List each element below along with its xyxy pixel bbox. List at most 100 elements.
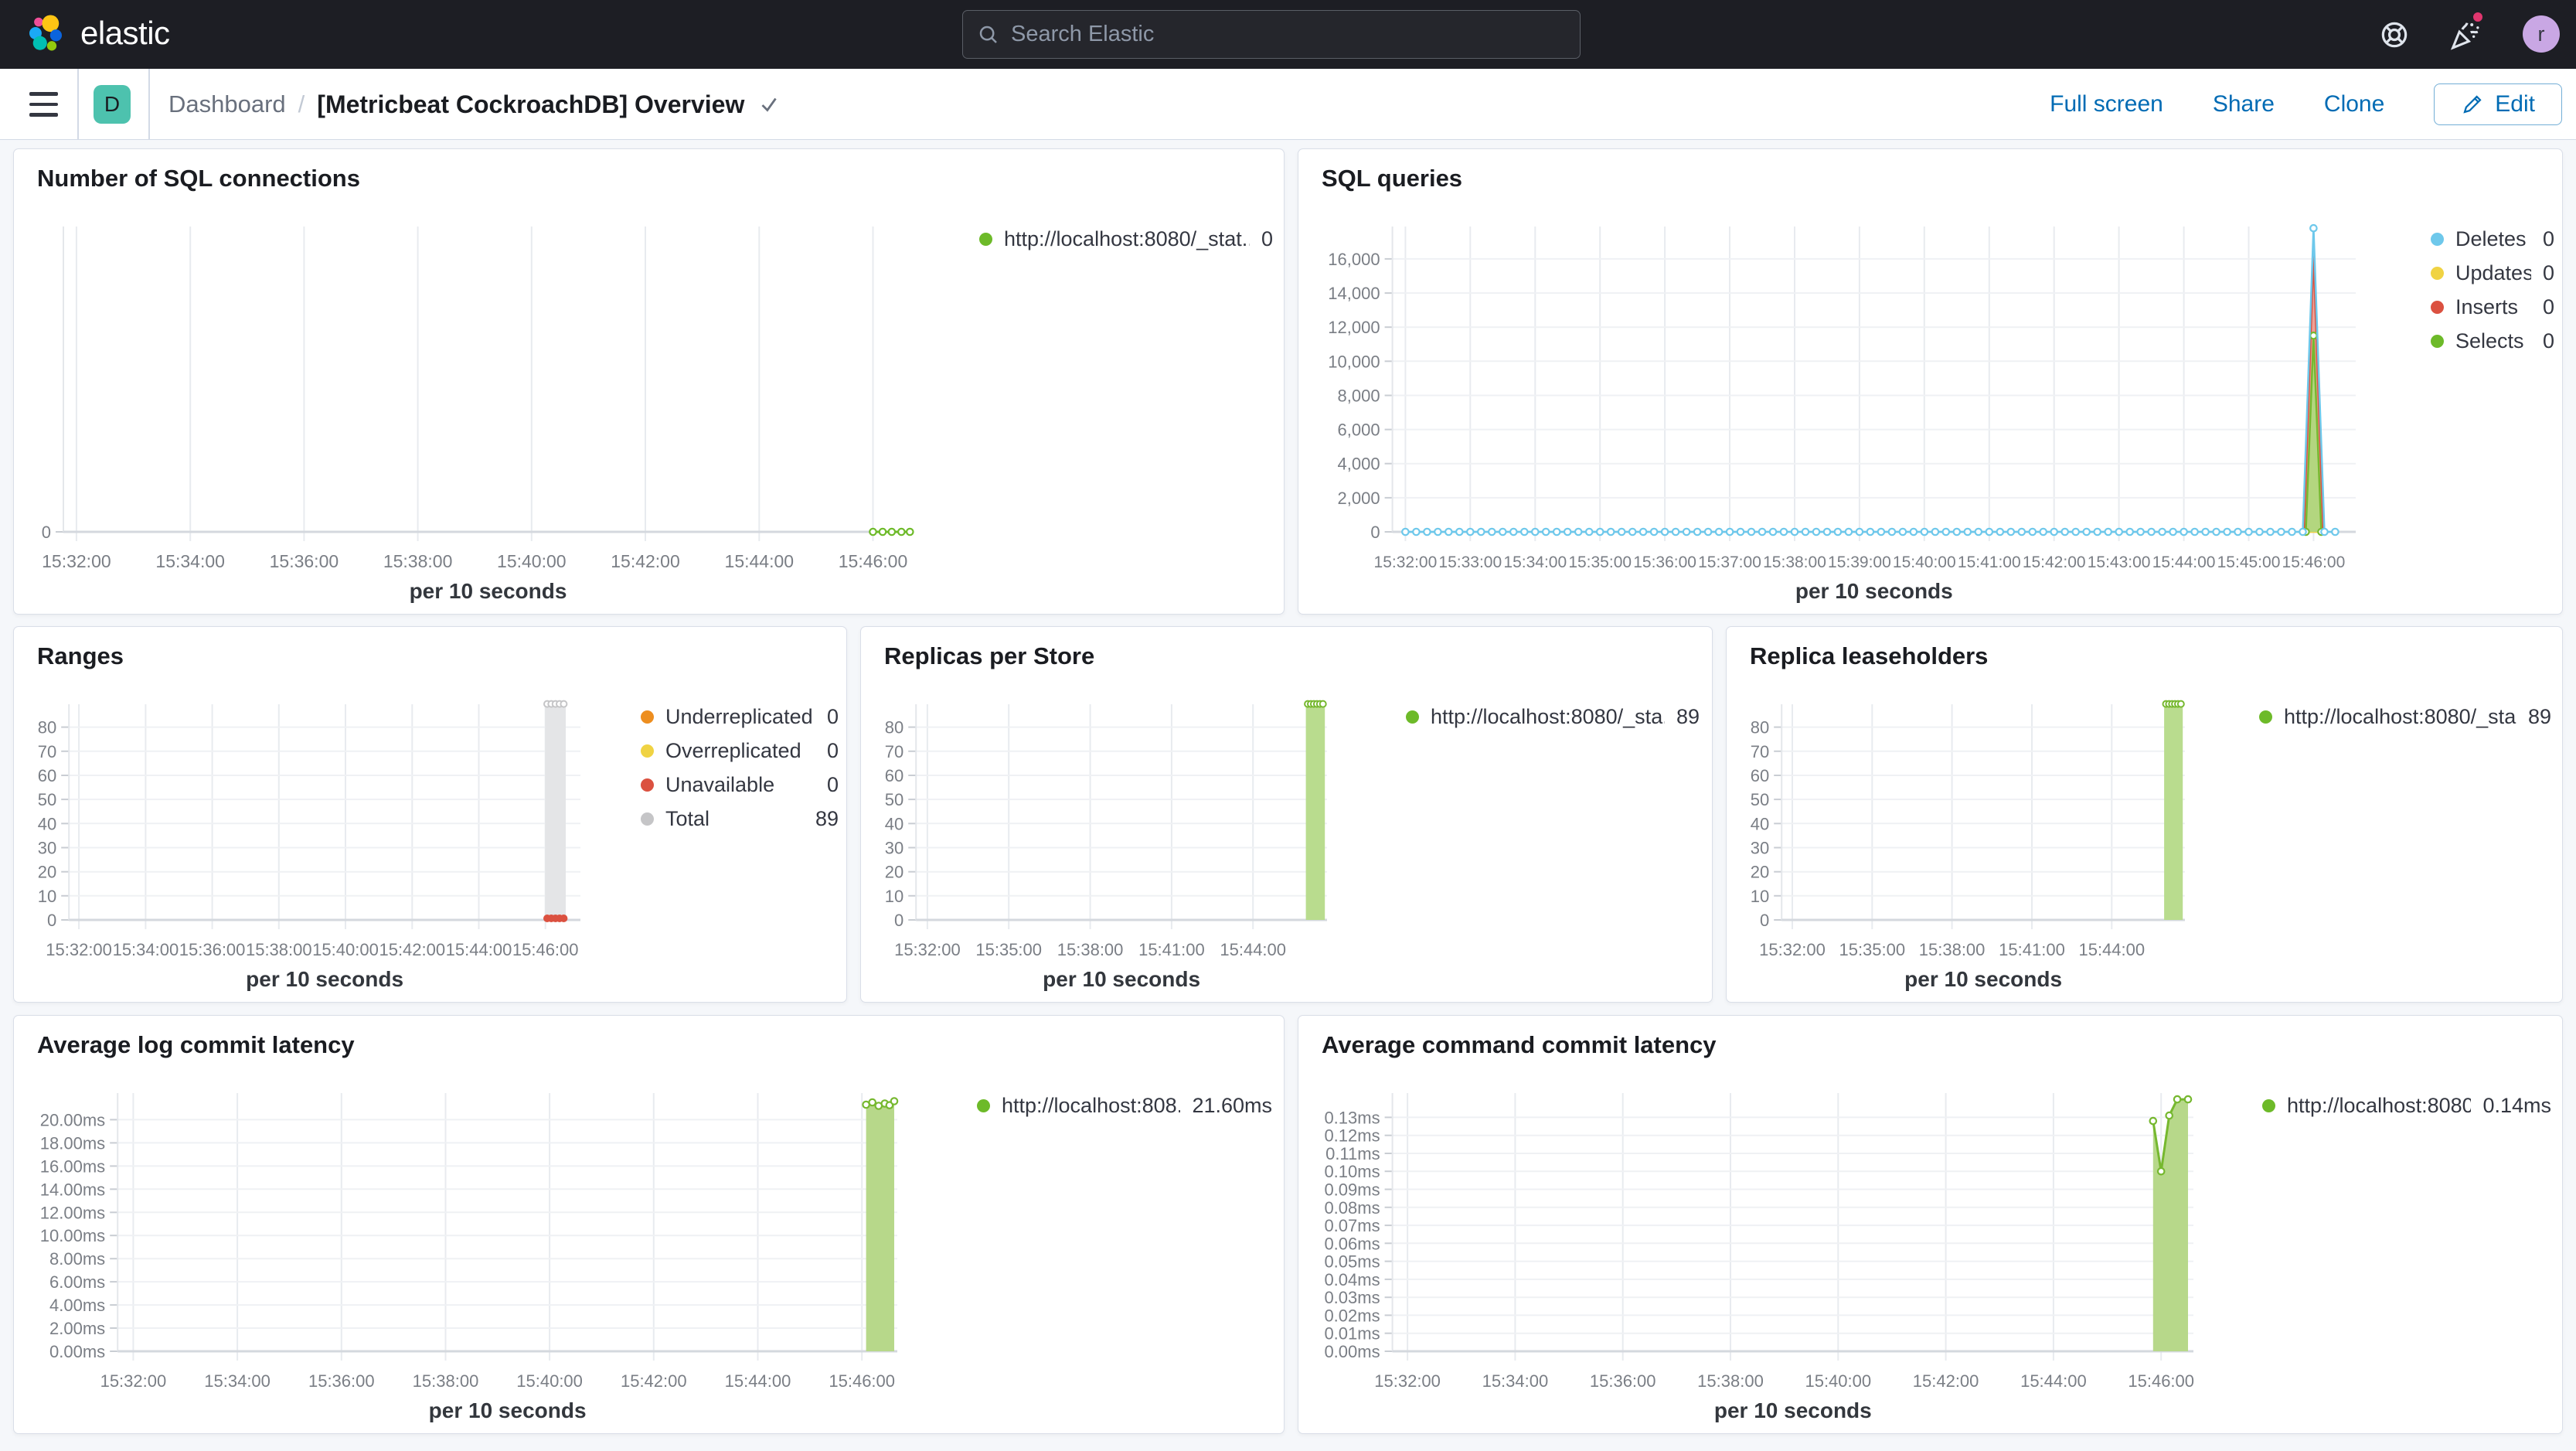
- chart-canvas[interactable]: 15:32:00 15:34:00 15:36:00 15:38:00 15:40:00…: [32, 1085, 917, 1429]
- svg-text:15:40:00: 15:40:00: [497, 551, 567, 571]
- share-button[interactable]: Share: [2213, 91, 2275, 118]
- full-screen-button[interactable]: Full screen: [2050, 91, 2163, 118]
- clone-button[interactable]: Clone: [2324, 91, 2384, 118]
- legend-series-dot: [2431, 334, 2444, 348]
- svg-text:50: 50: [38, 790, 56, 809]
- legend-item[interactable]: http://localhost:8080/_sta... 89: [2259, 700, 2551, 734]
- legend-series-label: Selects: [2455, 329, 2524, 353]
- chart-replica-leaseholders[interactable]: 15:32:00 15:35:00 15:38:00 15:41:00 15:44:00…: [1745, 697, 2205, 997]
- legend-series-label: http://localhost:8080/_sta...: [1431, 704, 1665, 728]
- svg-text:per 10 seconds: per 10 seconds: [1714, 1398, 1872, 1422]
- chart-replicas-per-store[interactable]: 15:32:00 15:35:00 15:38:00 15:41:00 15:44:00…: [880, 697, 1347, 997]
- svg-text:15:38:00: 15:38:00: [246, 940, 312, 959]
- chart-canvas[interactable]: 15:32:00 15:35:00 15:38:00 15:41:00 15:44:00…: [880, 697, 1347, 997]
- svg-text:15:42:00: 15:42:00: [611, 551, 680, 571]
- svg-text:70: 70: [38, 742, 56, 761]
- svg-text:15:32:00: 15:32:00: [1374, 553, 1438, 571]
- svg-text:20: 20: [885, 863, 903, 882]
- svg-text:15:42:00: 15:42:00: [1913, 1371, 1979, 1391]
- legend-item[interactable]: http://localhost:8080/_stat... 0: [979, 222, 1273, 256]
- svg-text:0.07ms: 0.07ms: [1324, 1216, 1380, 1235]
- chart-avg-command-commit-latency[interactable]: 15:32:00 15:34:00 15:36:00 15:38:00 15:40:00…: [1317, 1085, 2214, 1429]
- svg-text:10: 10: [38, 887, 56, 906]
- svg-text:15:44:00: 15:44:00: [725, 1371, 791, 1391]
- svg-text:15:39:00: 15:39:00: [1828, 553, 1891, 571]
- svg-text:15:32:00: 15:32:00: [1759, 940, 1826, 959]
- svg-text:30: 30: [1751, 839, 1769, 858]
- svg-text:15:44:00: 15:44:00: [2078, 940, 2145, 959]
- legend-series-value: 0: [2542, 329, 2554, 353]
- legend-item[interactable]: Underreplicated 0: [641, 700, 839, 734]
- legend-series-value: 0: [826, 772, 839, 796]
- legend-series-value: 0: [2542, 227, 2554, 250]
- legend-item[interactable]: http://localhost:8080/_sta... 89: [1406, 700, 1700, 734]
- legend-series-label: http://localhost:8080/_sta...: [2284, 704, 2516, 728]
- global-search[interactable]: [962, 10, 1581, 59]
- svg-text:40: 40: [885, 814, 903, 833]
- legend-item[interactable]: Updates 0: [2431, 256, 2554, 290]
- svg-text:18.00ms: 18.00ms: [40, 1133, 105, 1153]
- svg-text:15:45:00: 15:45:00: [2217, 553, 2281, 571]
- legend-item[interactable]: Unavailable 0: [641, 768, 839, 802]
- panel-title: Ranges: [37, 642, 124, 669]
- user-avatar[interactable]: r: [2523, 15, 2560, 53]
- svg-text:15:32:00: 15:32:00: [46, 940, 112, 959]
- title-options-button[interactable]: [757, 92, 781, 117]
- svg-text:0.00ms: 0.00ms: [49, 1342, 105, 1361]
- check-icon: [761, 97, 778, 112]
- panel-title: Number of SQL connections: [37, 165, 360, 192]
- chart-legend: Underreplicated 0 Overreplicated 0 Unavailab…: [641, 700, 839, 836]
- legend-series-dot: [2431, 266, 2444, 280]
- help-button[interactable]: [2372, 12, 2417, 57]
- chart-canvas[interactable]: 15:32:00 15:35:00 15:38:00 15:41:00 15:44:00…: [1745, 697, 2205, 997]
- chart-avg-log-commit-latency[interactable]: 15:32:00 15:34:00 15:36:00 15:38:00 15:40:00…: [32, 1085, 917, 1429]
- legend-series-dot: [641, 744, 654, 758]
- chart-ranges[interactable]: 15:32:00 15:34:00 15:36:00 15:38:00 15:40:00…: [32, 697, 601, 997]
- panel-sql-queries: SQL queries 15:32:00 15:33:00 15:34:00 15:3…: [1298, 148, 2563, 615]
- chart-sql-queries[interactable]: 15:32:00 15:33:00 15:34:00 15:35:00 15:36:00…: [1317, 219, 2376, 609]
- svg-text:0.05ms: 0.05ms: [1324, 1252, 1380, 1272]
- legend-series-value: 89: [815, 806, 839, 830]
- panel-ranges: Ranges 15:32:00 15:34:00 15:36:00 15:38:00 1…: [13, 626, 847, 1003]
- edit-button[interactable]: Edit: [2434, 83, 2562, 125]
- chart-sql-connections[interactable]: 15:32:00 15:34:00 15:36:00 15:38:00 15:40:00…: [32, 219, 933, 609]
- svg-text:15:34:00: 15:34:00: [155, 551, 225, 571]
- svg-text:15:34:00: 15:34:00: [1482, 1371, 1549, 1391]
- svg-text:15:35:00: 15:35:00: [1839, 940, 1905, 959]
- svg-text:0: 0: [42, 523, 51, 542]
- svg-text:2.00ms: 2.00ms: [49, 1319, 105, 1338]
- whats-new-button[interactable]: [2442, 9, 2487, 57]
- svg-text:14.00ms: 14.00ms: [40, 1180, 105, 1199]
- search-input[interactable]: [1011, 22, 1566, 47]
- legend-series-value: 89: [1676, 704, 1700, 728]
- menu-button[interactable]: [29, 87, 66, 121]
- svg-text:0.03ms: 0.03ms: [1324, 1288, 1380, 1307]
- legend-item[interactable]: http://localhost:8080... 0.14ms: [2262, 1088, 2551, 1122]
- svg-text:50: 50: [1751, 790, 1769, 809]
- legend-item[interactable]: Selects 0: [2431, 324, 2554, 358]
- svg-text:0: 0: [1760, 911, 1769, 930]
- breadcrumb-dashboard-link[interactable]: Dashboard: [168, 90, 286, 118]
- svg-text:20: 20: [1751, 863, 1769, 882]
- svg-text:15:46:00: 15:46:00: [839, 551, 908, 571]
- svg-text:20.00ms: 20.00ms: [40, 1110, 105, 1129]
- svg-text:15:32:00: 15:32:00: [894, 940, 961, 959]
- divider: [148, 69, 150, 140]
- legend-item[interactable]: http://localhost:808... 21.60ms: [977, 1088, 1272, 1122]
- svg-text:0.13ms: 0.13ms: [1324, 1108, 1380, 1127]
- legend-item[interactable]: Inserts 0: [2431, 290, 2554, 324]
- chart-canvas[interactable]: 15:32:00 15:34:00 15:36:00 15:38:00 15:40:00…: [32, 219, 933, 609]
- dashboard-app-badge[interactable]: D: [94, 85, 131, 124]
- chart-canvas[interactable]: 15:32:00 15:33:00 15:34:00 15:35:00 15:36:00…: [1317, 219, 2376, 609]
- chart-canvas[interactable]: 15:32:00 15:34:00 15:36:00 15:38:00 15:40:00…: [1317, 1085, 2214, 1429]
- chart-canvas[interactable]: 15:32:00 15:34:00 15:36:00 15:38:00 15:40:00…: [32, 697, 601, 997]
- legend-item[interactable]: Total 89: [641, 802, 839, 836]
- chart-legend: http://localhost:808... 21.60ms: [977, 1088, 1272, 1122]
- hamburger-icon: [29, 92, 58, 96]
- search-icon: [979, 26, 997, 43]
- svg-text:15:44:00: 15:44:00: [446, 940, 512, 959]
- divider: [77, 69, 79, 140]
- legend-item[interactable]: Deletes 0: [2431, 222, 2554, 256]
- legend-item[interactable]: Overreplicated 0: [641, 734, 839, 768]
- svg-text:40: 40: [38, 814, 56, 833]
